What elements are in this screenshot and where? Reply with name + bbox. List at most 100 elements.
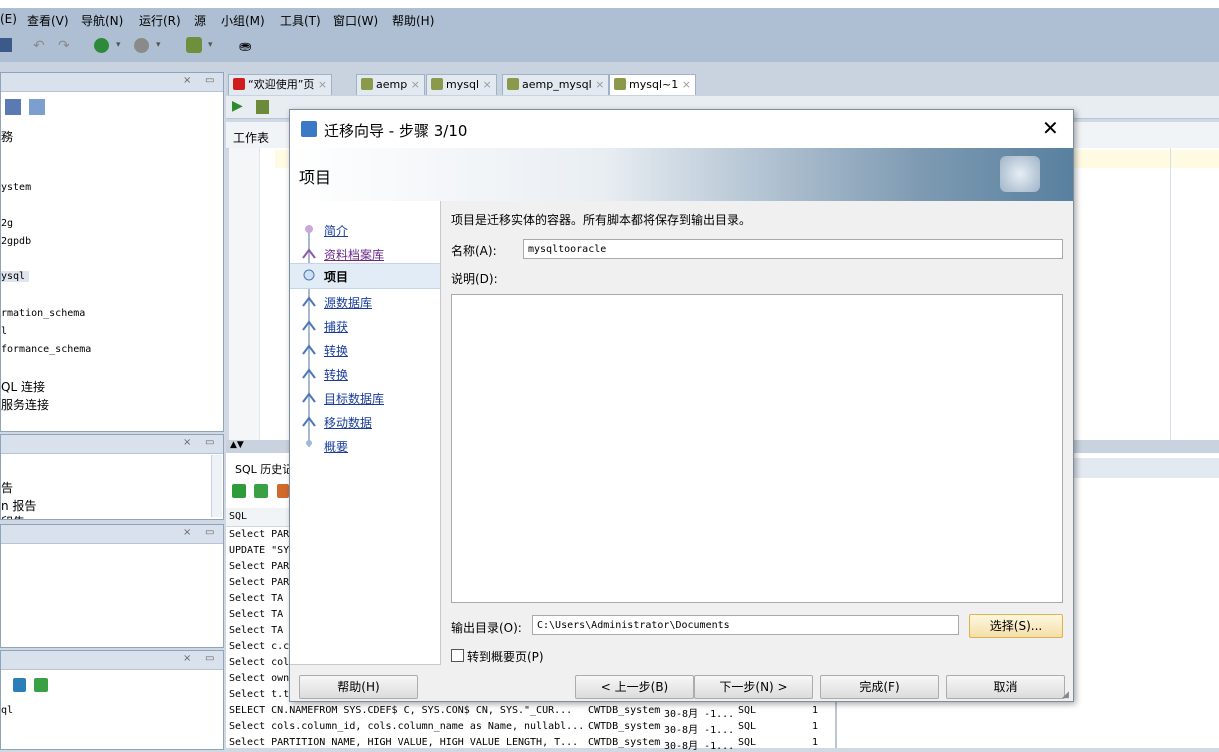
- previous-button[interactable]: < 上一步(B): [575, 675, 694, 699]
- close-icon[interactable]: ×: [682, 78, 691, 91]
- tab-welcome[interactable]: “欢迎使用”页 ×: [228, 74, 333, 95]
- history-row[interactable]: Select col: [229, 655, 289, 671]
- report-item[interactable]: 告: [1, 479, 13, 496]
- close-icon[interactable]: ×: [411, 78, 420, 91]
- output-dir-input[interactable]: [532, 615, 959, 635]
- menu-edit[interactable]: (E): [0, 12, 17, 26]
- history-row[interactable]: Select t.t: [229, 687, 289, 703]
- table-row[interactable]: Select PARTITION NAME, HIGH VALUE, HIGH …: [226, 735, 836, 752]
- report-item[interactable]: 印告: [1, 513, 25, 519]
- tree-item[interactable]: 服务连接: [1, 396, 49, 413]
- menu-view[interactable]: 查看(V): [27, 12, 69, 29]
- step-capture[interactable]: 捕获: [324, 318, 348, 335]
- cancel-button[interactable]: 取消: [946, 675, 1065, 699]
- history-row[interactable]: Select PAR: [229, 559, 289, 575]
- tree-item[interactable]: QL 连接: [1, 378, 45, 395]
- back-icon[interactable]: [94, 38, 109, 53]
- history-row[interactable]: Select TA: [229, 607, 283, 623]
- minimize-icon[interactable]: ▭: [205, 653, 214, 664]
- table-row[interactable]: Select cols.column_id, cols.column_name …: [226, 719, 836, 736]
- project-name-input[interactable]: [523, 239, 1063, 259]
- close-icon[interactable]: ×: [183, 653, 191, 664]
- step-project[interactable]: 项目: [324, 268, 348, 285]
- worksheet-tab[interactable]: 工作表: [233, 129, 269, 146]
- history-row[interactable]: UPDATE "SY: [229, 543, 289, 559]
- close-icon[interactable]: ×: [183, 527, 191, 538]
- tab-mysql-1[interactable]: mysql~1 ×: [609, 74, 696, 95]
- step-summary[interactable]: 概要: [324, 438, 348, 455]
- history-row[interactable]: Select PAR: [229, 527, 289, 543]
- tab-mysql[interactable]: mysql ×: [426, 74, 497, 95]
- menu-source[interactable]: 源: [194, 12, 206, 29]
- sql-dropdown-icon[interactable]: ▾: [208, 40, 213, 50]
- tree-item[interactable]: ystem: [1, 182, 31, 193]
- history-row[interactable]: Select PAR: [229, 575, 289, 591]
- tab-aemp-mysql[interactable]: aemp_mysql ×: [502, 74, 610, 95]
- column-header-sql[interactable]: SQL: [229, 511, 247, 522]
- close-icon[interactable]: ×: [483, 78, 492, 91]
- scrollbar[interactable]: [211, 455, 222, 517]
- splitter-arrows-icon[interactable]: ▲▼: [230, 440, 244, 450]
- report-item[interactable]: n 报告: [1, 497, 36, 514]
- close-icon[interactable]: ×: [183, 437, 191, 448]
- menu-run[interactable]: 运行(R): [139, 12, 181, 29]
- forward-icon[interactable]: [134, 38, 149, 53]
- finish-button[interactable]: 完成(F): [820, 675, 939, 699]
- binoculars-icon[interactable]: ⛂: [239, 37, 252, 55]
- tree-item[interactable]: 務: [1, 128, 13, 145]
- append-icon[interactable]: [232, 484, 246, 498]
- history-row[interactable]: Select own: [229, 671, 289, 687]
- menu-team[interactable]: 小组(M): [221, 12, 265, 29]
- step-convert[interactable]: 转换: [324, 342, 348, 359]
- save-all-icon[interactable]: [0, 38, 12, 52]
- next-button[interactable]: 下一步(N) >: [694, 675, 813, 699]
- menu-help[interactable]: 帮助(H): [392, 12, 434, 29]
- description-textarea[interactable]: [451, 294, 1063, 603]
- tab-aemp[interactable]: aemp ×: [356, 74, 425, 95]
- menu-navigate[interactable]: 导航(N): [81, 12, 123, 29]
- run-script-icon[interactable]: [256, 100, 269, 114]
- step-target-db[interactable]: 目标数据库: [324, 390, 384, 407]
- forward-dropdown-icon[interactable]: ▾: [156, 40, 161, 50]
- history-row[interactable]: Select TA: [229, 623, 283, 639]
- menu-tools[interactable]: 工具(T): [280, 12, 321, 29]
- step-source-db[interactable]: 源数据库: [324, 294, 372, 311]
- close-icon[interactable]: ✕: [1042, 116, 1059, 140]
- clear-icon[interactable]: [277, 484, 289, 498]
- undo-icon[interactable]: ↶: [33, 38, 45, 54]
- tree-item[interactable]: 2g: [1, 218, 13, 229]
- step-move-data[interactable]: 移动数据: [324, 414, 372, 431]
- step-intro[interactable]: 简介: [324, 222, 348, 239]
- help-button[interactable]: 帮助(H): [299, 675, 418, 699]
- choose-directory-button[interactable]: 选择(S)...: [969, 614, 1063, 638]
- minimize-icon[interactable]: ▭: [205, 75, 214, 86]
- resize-grip-icon[interactable]: ◢: [1062, 690, 1069, 700]
- tree-item-selected[interactable]: ysql: [1, 271, 30, 282]
- tree-item[interactable]: l: [1, 326, 7, 337]
- menu-window[interactable]: 窗口(W): [333, 12, 378, 29]
- step-repository[interactable]: 资料档案库: [324, 246, 384, 263]
- replace-icon[interactable]: [254, 484, 268, 498]
- history-row[interactable]: Select TA: [229, 591, 283, 607]
- tree-item[interactable]: ql: [1, 705, 13, 716]
- step-translate[interactable]: 转换: [324, 366, 348, 383]
- close-icon[interactable]: ×: [595, 78, 604, 91]
- close-icon[interactable]: ×: [318, 78, 327, 91]
- database-icon[interactable]: [13, 678, 26, 692]
- minimize-icon[interactable]: ▭: [205, 527, 214, 538]
- history-row[interactable]: Select c.c: [229, 639, 289, 655]
- minimize-icon[interactable]: ▭: [205, 437, 214, 448]
- back-dropdown-icon[interactable]: ▾: [116, 40, 121, 50]
- refresh-icon[interactable]: [34, 678, 48, 692]
- run-statement-icon[interactable]: ▶: [232, 98, 243, 114]
- redo-icon[interactable]: ↷: [58, 38, 70, 54]
- go-to-summary-checkbox[interactable]: [451, 649, 464, 662]
- close-icon[interactable]: ×: [183, 75, 191, 86]
- table-row[interactable]: SELECT CN.NAMEFROM SYS.CDEF$ C, SYS.CON$…: [226, 703, 836, 720]
- filter-icon[interactable]: [5, 99, 21, 115]
- sql-worksheet-icon[interactable]: [186, 37, 202, 53]
- schema-browser-icon[interactable]: [29, 99, 45, 115]
- tree-item[interactable]: formance_schema: [1, 344, 91, 355]
- tree-item[interactable]: 2gpdb: [1, 236, 31, 247]
- tree-item[interactable]: rmation_schema: [1, 308, 85, 319]
